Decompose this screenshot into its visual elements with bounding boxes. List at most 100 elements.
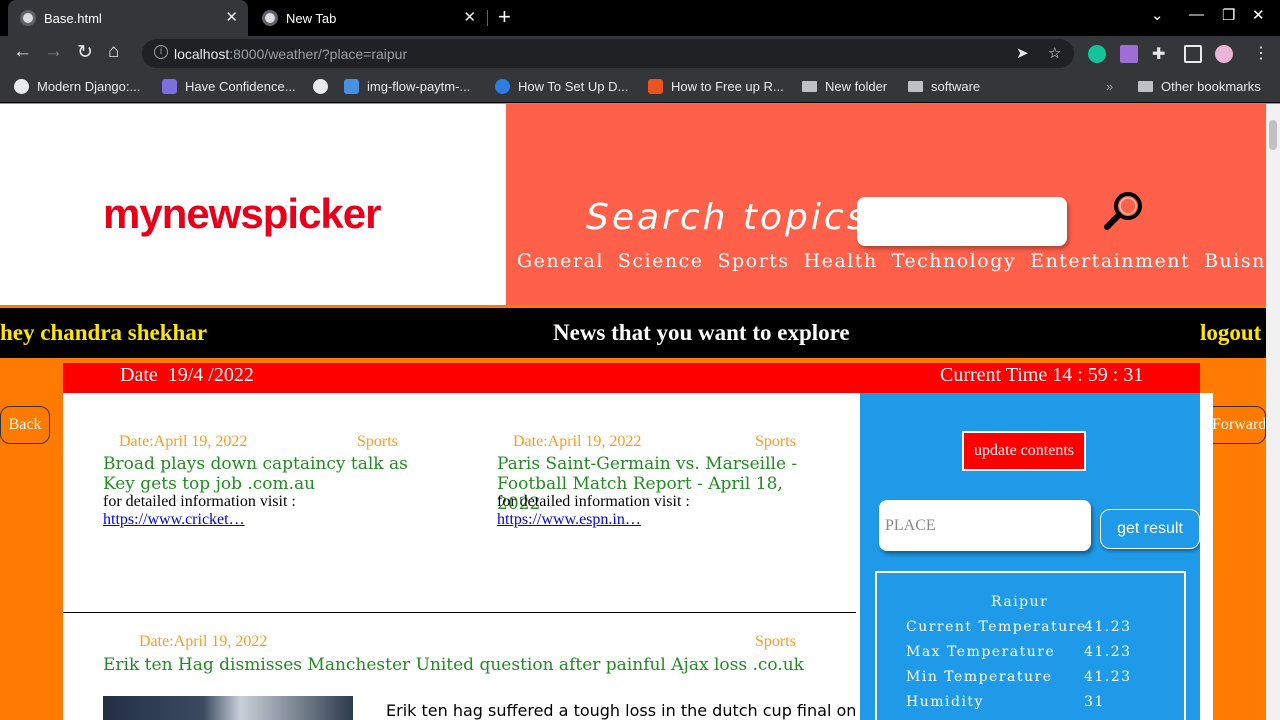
side-panel-icon[interactable] bbox=[1184, 45, 1202, 63]
site-info-icon[interactable]: i bbox=[154, 45, 168, 59]
minimize-icon[interactable]: — bbox=[1189, 6, 1204, 23]
url-host: localhost bbox=[174, 46, 230, 62]
bookmark-item[interactable]: img-flow-paytm-... bbox=[344, 79, 470, 94]
news-thumbnail-image[interactable] bbox=[103, 696, 353, 720]
news-link[interactable]: https://www.cricket… bbox=[103, 511, 245, 529]
feather-extension-icon[interactable] bbox=[1120, 45, 1138, 63]
address-bar[interactable]: i localhost:8000/weather/?place=raipur ➤… bbox=[142, 39, 1074, 68]
news-feed: Date:April 19, 2022 Sports Broad plays d… bbox=[63, 393, 860, 720]
tab-label: New Tab bbox=[286, 10, 337, 26]
new-tab-icon[interactable]: + bbox=[498, 4, 511, 30]
folder-icon bbox=[1138, 81, 1153, 92]
tab-separator bbox=[487, 10, 488, 26]
news-link[interactable]: https://www.espn.in… bbox=[497, 511, 641, 529]
folder-icon bbox=[908, 81, 923, 92]
globe-icon bbox=[313, 79, 328, 94]
current-date: Date 19/4 /2022 bbox=[120, 364, 254, 386]
other-bookmarks-folder[interactable]: Other bookmarks bbox=[1138, 79, 1261, 94]
profile-avatar-icon[interactable] bbox=[1215, 45, 1233, 63]
back-arrow-icon[interactable]: ← bbox=[13, 41, 32, 63]
bookmark-folder[interactable]: software bbox=[908, 79, 980, 94]
bookmarks-bar: Modern Django:... Have Confidence... img… bbox=[0, 71, 1280, 103]
scrollbar-thumb[interactable] bbox=[1269, 120, 1277, 150]
category-entertainment[interactable]: Entertainment bbox=[1030, 250, 1190, 272]
tab-search-icon[interactable]: ⌄ bbox=[1151, 6, 1164, 24]
place-input[interactable]: PLACE bbox=[879, 500, 1091, 551]
search-icon[interactable] bbox=[1102, 188, 1146, 232]
weather-row-value: 31 bbox=[1084, 694, 1105, 710]
update-contents-button[interactable]: update contents bbox=[962, 431, 1086, 471]
back-button[interactable]: Back bbox=[0, 406, 50, 444]
tab-label: Base.html bbox=[44, 10, 102, 26]
category-sports[interactable]: Sports bbox=[718, 250, 790, 272]
weather-row-value: 41.23 bbox=[1084, 669, 1132, 685]
bookmark-label: How To Set Up D... bbox=[518, 79, 629, 94]
news-date: Date:April 19, 2022 bbox=[513, 433, 642, 450]
site-icon bbox=[344, 79, 359, 94]
chrome-favicon-icon bbox=[262, 10, 278, 26]
weather-row-label: Min Temperature bbox=[906, 669, 1053, 685]
user-greeting: hey chandra shekhar bbox=[0, 320, 208, 345]
weather-row-value: 41.23 bbox=[1084, 619, 1132, 635]
get-result-button[interactable]: get result bbox=[1100, 509, 1200, 549]
bookmark-label: New folder bbox=[825, 79, 888, 94]
site-logo[interactable]: mynewspicker bbox=[103, 190, 381, 238]
send-icon[interactable]: ➤ bbox=[1016, 44, 1029, 62]
url-text[interactable]: localhost:8000/weather/?place=raipur bbox=[174, 46, 407, 62]
news-snippet: Erik ten hag suffered a tough loss in th… bbox=[386, 701, 857, 720]
content-edge bbox=[1200, 393, 1213, 720]
category-science[interactable]: Science bbox=[618, 250, 704, 272]
tagline: News that you want to explore bbox=[553, 320, 850, 345]
github-icon bbox=[14, 79, 29, 94]
news-info-label: for detailed information visit : bbox=[497, 493, 690, 510]
tab-base-html[interactable]: Base.html ✕ bbox=[8, 0, 248, 36]
news-title[interactable]: Broad plays down captaincy talk as Key g… bbox=[103, 454, 433, 494]
news-info-label: for detailed information visit : bbox=[103, 493, 296, 510]
bookmark-item[interactable]: Modern Django:... bbox=[14, 79, 140, 94]
bookmark-label: img-flow-paytm-... bbox=[367, 79, 471, 94]
current-time: Current Time 14 : 59 : 31 bbox=[940, 364, 1144, 386]
bookmark-label: Have Confidence... bbox=[185, 79, 296, 94]
close-tab-icon[interactable]: ✕ bbox=[225, 8, 238, 26]
reload-icon[interactable]: ↻ bbox=[77, 41, 93, 64]
weather-row-label: Max Temperature bbox=[906, 644, 1056, 660]
chrome-favicon-icon bbox=[20, 10, 36, 26]
forward-button[interactable]: Forward bbox=[1204, 406, 1266, 444]
category-technology[interactable]: Technology bbox=[892, 250, 1016, 272]
grammarly-extension-icon[interactable] bbox=[1088, 45, 1106, 63]
ubuntu-icon bbox=[648, 79, 663, 94]
news-title[interactable]: Erik ten Hag dismisses Manchester United… bbox=[103, 655, 843, 675]
forward-arrow-icon[interactable]: → bbox=[44, 41, 63, 63]
bookmark-item[interactable]: How to Free up R... bbox=[648, 79, 784, 94]
news-category: Sports bbox=[755, 433, 796, 450]
page-scrollbar[interactable] bbox=[1266, 104, 1280, 720]
bookmark-label: Other bookmarks bbox=[1161, 79, 1261, 94]
bookmark-star-icon[interactable]: ☆ bbox=[1048, 44, 1061, 62]
folder-icon bbox=[802, 81, 817, 92]
browser-tab-bar: Base.html ✕ New Tab ✕ + ⌄ — ❐ ✕ bbox=[0, 0, 1280, 36]
menu-kebab-icon[interactable]: ⋮ bbox=[1253, 43, 1269, 63]
window-close-icon[interactable]: ✕ bbox=[1252, 6, 1265, 24]
page-viewport: mynewspicker Search topics General Scien… bbox=[0, 104, 1280, 720]
home-icon[interactable]: ⌂ bbox=[108, 41, 119, 63]
extensions-puzzle-icon[interactable]: ✚ bbox=[1152, 44, 1165, 64]
category-health[interactable]: Health bbox=[804, 250, 878, 272]
search-input[interactable] bbox=[857, 197, 1067, 246]
category-nav: General Science Sports Health Technology… bbox=[517, 250, 1280, 272]
welcome-bar: hey chandra shekhar News that you want t… bbox=[0, 308, 1266, 358]
bookmark-item[interactable]: Have Confidence... bbox=[162, 79, 296, 94]
bookmark-label: How to Free up R... bbox=[671, 79, 784, 94]
news-date: Date:April 19, 2022 bbox=[139, 633, 268, 650]
news-date: Date:April 19, 2022 bbox=[119, 433, 248, 450]
bookmark-item[interactable] bbox=[313, 79, 336, 94]
restore-icon[interactable]: ❐ bbox=[1222, 6, 1235, 24]
tab-new-tab[interactable]: New Tab ✕ bbox=[250, 0, 486, 36]
more-bookmarks-chevron-icon[interactable]: » bbox=[1106, 79, 1113, 94]
category-general[interactable]: General bbox=[517, 250, 604, 272]
bookmark-folder[interactable]: New folder bbox=[802, 79, 887, 94]
bookmark-item[interactable]: How To Set Up D... bbox=[495, 79, 628, 94]
close-tab-icon[interactable]: ✕ bbox=[463, 8, 476, 26]
search-label: Search topics bbox=[586, 197, 869, 238]
logout-link[interactable]: logout bbox=[1200, 320, 1261, 346]
date-time-bar: Date 19/4 /2022 Current Time 14 : 59 : 3… bbox=[63, 363, 1200, 393]
